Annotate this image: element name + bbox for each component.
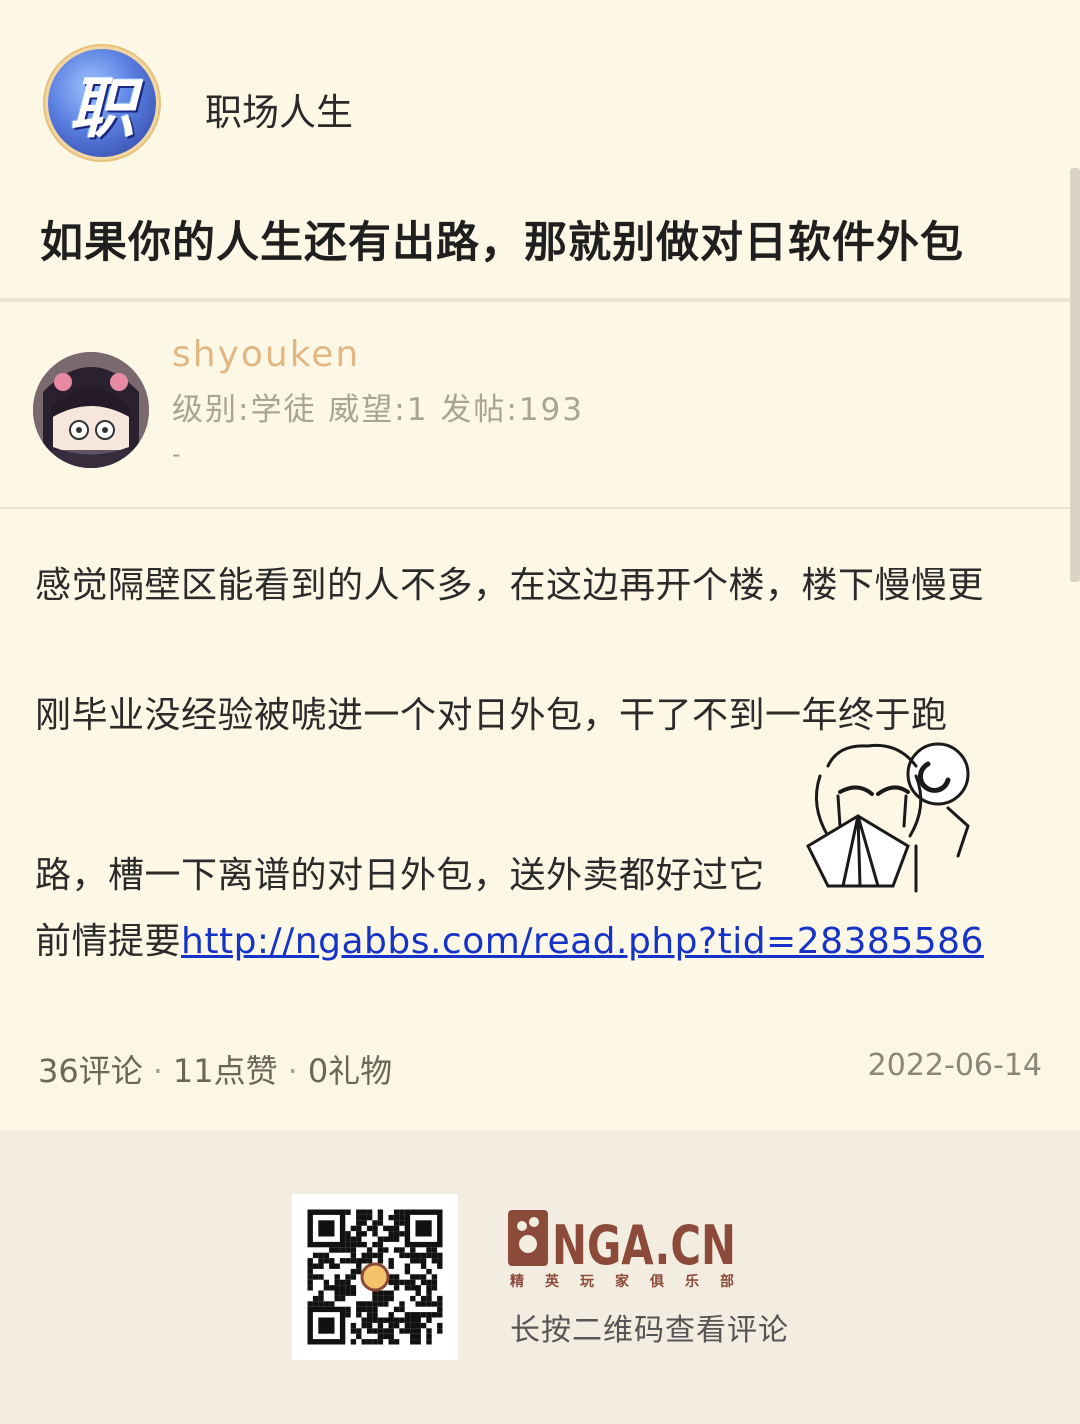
sticker-icon <box>806 742 970 893</box>
post-date: 2022-06-14 <box>867 1048 1042 1083</box>
post-line-2: 刚毕业没经验被唬进一个对日外包，干了不到一年终于跑 <box>35 695 948 736</box>
comment-count[interactable]: 36评论 <box>38 1052 143 1090</box>
link-prefix: 前情提要 <box>35 921 182 962</box>
gift-count[interactable]: 0礼物 <box>308 1052 392 1090</box>
thread-link[interactable]: http://ngabbs.com/read.php?tid=28385586 <box>181 921 984 962</box>
stats-separator: · <box>287 1052 298 1090</box>
post-line-3: 路，槽一下离谱的对日外包，送外卖都好过它 <box>35 855 766 896</box>
qr-code-icon <box>307 1209 443 1345</box>
post-title: 如果你的人生还有出路，那就别做对日软件外包 <box>40 218 964 268</box>
scrollbar[interactable] <box>1070 168 1080 582</box>
nga-logo: NGA.CN 精 英 玩 家 俱 乐 部 <box>508 1210 736 1290</box>
post-link-line: 前情提要http://ngabbs.com/read.php?tid=28385… <box>35 912 984 964</box>
qr-caption: 长按二维码查看评论 <box>510 1313 789 1348</box>
author-signature: - <box>172 440 181 468</box>
like-count[interactable]: 11点赞 <box>173 1052 278 1090</box>
stats-separator: · <box>152 1052 163 1090</box>
author-divider <box>0 507 1080 509</box>
author-avatar-image <box>33 352 149 468</box>
post-line-1: 感觉隔壁区能看到的人不多，在这边再开个楼，楼下慢慢更 <box>35 565 985 606</box>
title-divider <box>0 298 1080 302</box>
logo-text: NGA.CN <box>552 1214 736 1277</box>
author-name[interactable]: shyouken <box>172 334 360 375</box>
author-avatar[interactable] <box>33 352 149 468</box>
forum-avatar-glyph: 职 <box>69 69 135 147</box>
qr-code[interactable] <box>292 1194 458 1360</box>
forum-name[interactable]: 职场人生 <box>205 82 353 136</box>
post-stats: 36评论 · 11点赞 · 0礼物 <box>38 1046 392 1092</box>
author-meta: 级别:学徒 威望:1 发帖:193 <box>172 392 584 428</box>
forum-avatar[interactable]: 职 <box>48 49 156 157</box>
